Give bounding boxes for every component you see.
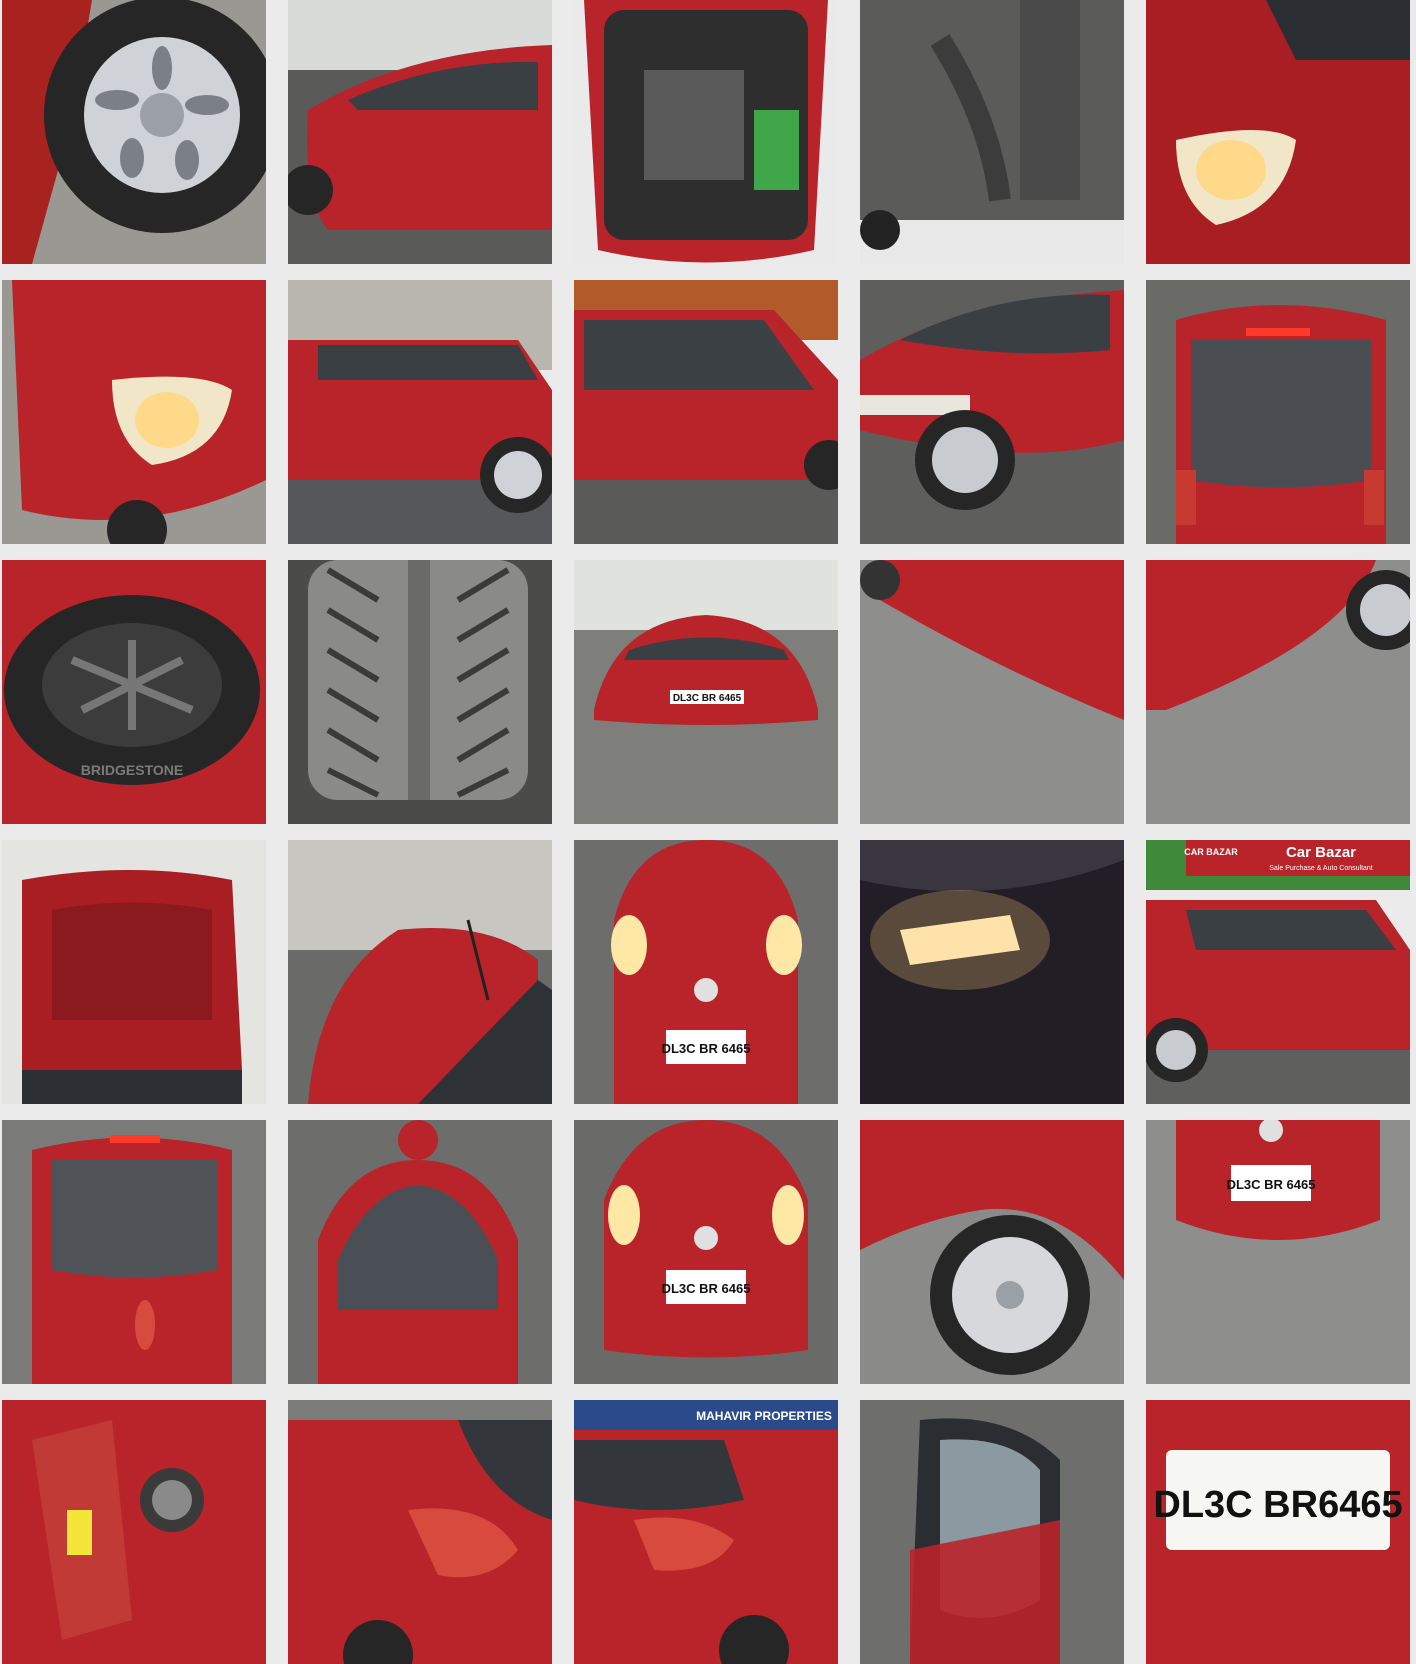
photo-windshield-view[interactable] (288, 1120, 552, 1384)
license-plate: DL3C BR6465 (1153, 1484, 1402, 1526)
photo-headlight-left[interactable] (2, 280, 266, 544)
photo-interior-light[interactable] (860, 840, 1124, 1104)
photo-spare-wheel[interactable]: BRIDGESTONE (2, 560, 266, 824)
photo-car-side-doors[interactable] (574, 280, 838, 544)
photo-underbody[interactable] (860, 0, 1124, 264)
photo-rear-view-street[interactable] (2, 1120, 266, 1384)
photo-front-bumper[interactable]: DL3C BR 6465 (1146, 1120, 1410, 1384)
license-plate: DL3C BR 6465 (662, 1281, 751, 1296)
photo-rear-quarter-left[interactable] (288, 1400, 552, 1664)
photo-roof-view[interactable] (288, 840, 552, 1104)
photo-front-quarter[interactable] (860, 280, 1124, 544)
license-plate: DL3C BR 6465 (673, 693, 742, 704)
photo-headlight-right[interactable] (1146, 0, 1410, 264)
dealer-sign-right: Car Bazar (1286, 844, 1356, 861)
photo-car-front-full[interactable]: DL3C BR 6465 (574, 560, 838, 824)
photo-rear-wheel[interactable] (860, 1120, 1124, 1384)
photo-front-grille-2[interactable]: DL3C BR 6465 (574, 1120, 838, 1384)
tyre-brand-text: BRIDGESTONE (81, 762, 183, 778)
dealer-sign-tagline: Sale Purchase & Auto Consultant (1269, 865, 1373, 872)
photo-rocker-panel-right[interactable] (1146, 560, 1410, 824)
photo-front-grille[interactable]: DL3C BR 6465 (574, 840, 838, 1104)
photo-gallery: BRIDGESTONE DL3C BR 6465 DL3C BR 6465 CA… (2, 0, 1410, 1664)
store-sign: MAHAVIR PROPERTIES (696, 1409, 832, 1423)
photo-rear-view[interactable] (1146, 280, 1410, 544)
license-plate: DL3C BR 6465 (662, 1041, 751, 1056)
photo-front-wheel[interactable] (2, 0, 266, 264)
photo-hood-open[interactable] (2, 840, 266, 1104)
photo-rocker-panel-left[interactable] (860, 560, 1124, 824)
photo-plate-closeup[interactable]: DL3C BR6465 (1146, 1400, 1410, 1664)
photo-engine-bay[interactable] (574, 0, 838, 264)
photo-rear-quarter-right[interactable]: MAHAVIR PROPERTIES (574, 1400, 838, 1664)
photo-car-side-driver[interactable] (288, 0, 552, 264)
dealer-sign-left: CAR BAZAR (1184, 847, 1238, 857)
photo-fuel-cap[interactable] (2, 1400, 266, 1664)
license-plate: DL3C BR 6465 (1227, 1177, 1316, 1192)
photo-car-side-dealer[interactable]: CAR BAZAR Car Bazar Sale Purchase & Auto… (1146, 840, 1410, 1104)
photo-car-side-view[interactable] (288, 280, 552, 544)
photo-side-mirror[interactable] (860, 1400, 1124, 1664)
photo-tyre-tread[interactable] (288, 560, 552, 824)
